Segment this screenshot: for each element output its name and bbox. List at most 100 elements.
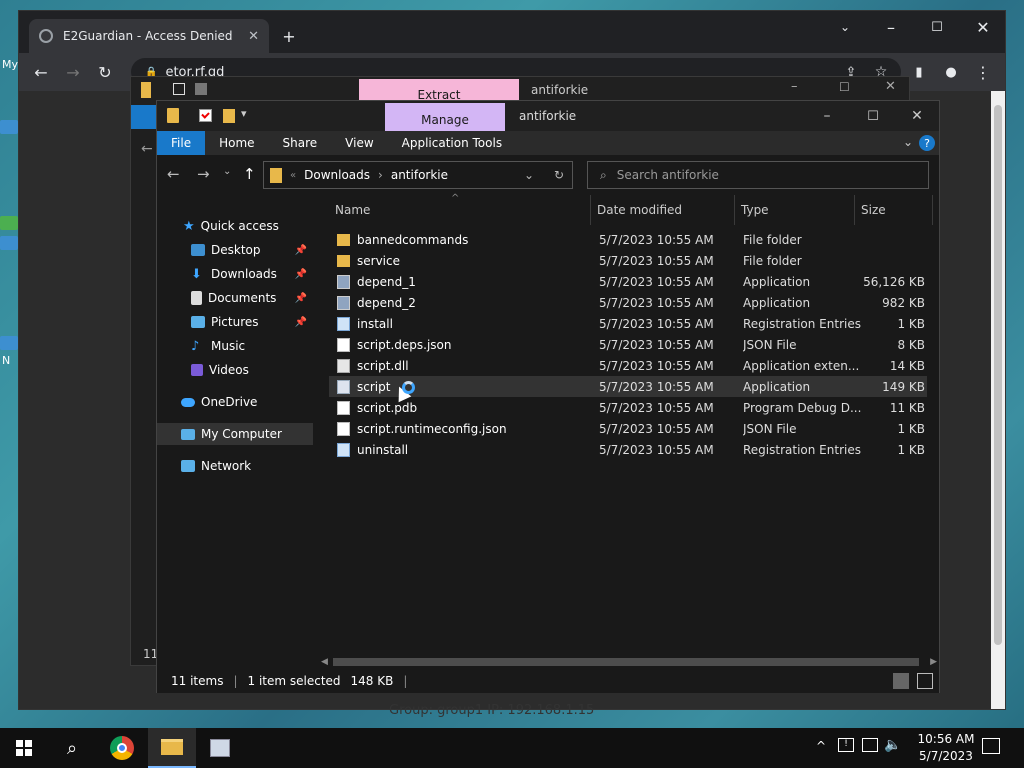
- nav-my-computer[interactable]: My Computer: [157, 423, 313, 445]
- horizontal-scrollbar[interactable]: ◀ ▶: [319, 655, 939, 669]
- file-name-cell: depend_1: [337, 271, 587, 292]
- file-explorer-taskbar-icon[interactable]: [148, 728, 196, 768]
- chrome-taskbar-icon[interactable]: [98, 728, 146, 768]
- search-input[interactable]: ⌕ Search antiforkie: [587, 161, 929, 189]
- nav-quick-access[interactable]: ★ Quick access: [157, 215, 313, 237]
- notifications-icon[interactable]: [982, 738, 1000, 754]
- back-arrow-icon[interactable]: ←: [167, 165, 180, 183]
- address-dropdown-icon[interactable]: ⌄: [524, 168, 534, 182]
- minimize-button[interactable]: –: [807, 105, 847, 127]
- explorer-title-bar: ▾ Manage antiforkie – ☐ ✕: [157, 101, 939, 131]
- nav-network[interactable]: Network: [157, 455, 313, 477]
- file-row[interactable]: uninstall 5/7/2023 10:55 AM Registration E…: [329, 439, 927, 460]
- file-type-cell: Registration Entries: [743, 316, 861, 331]
- close-button[interactable]: ✕: [969, 13, 997, 41]
- file-name-cell: script.pdb: [337, 397, 587, 418]
- tab-search-icon[interactable]: ⌄: [831, 13, 859, 41]
- videos-icon: [191, 364, 203, 376]
- maximize-button[interactable]: ☐: [839, 80, 850, 94]
- back-arrow-icon[interactable]: ←: [27, 58, 55, 86]
- folder-icon: [337, 234, 350, 246]
- file-row[interactable]: depend_1 5/7/2023 10:55 AM Application 56,1…: [329, 271, 927, 292]
- taskbar-clock[interactable]: 10:56 AM 5/7/2023: [914, 731, 978, 765]
- file-row[interactable]: script.dll 5/7/2023 10:55 AM Application e…: [329, 355, 927, 376]
- forward-arrow-icon[interactable]: →: [197, 165, 210, 183]
- nav-videos[interactable]: Videos: [157, 359, 313, 381]
- recent-locations-icon[interactable]: ⌄: [223, 166, 231, 177]
- properties-icon[interactable]: [199, 109, 212, 122]
- file-name: script.runtimeconfig.json: [357, 421, 507, 436]
- file-row[interactable]: script.runtimeconfig.json 5/7/2023 10:55 …: [329, 418, 927, 439]
- new-tab-button[interactable]: +: [275, 22, 303, 50]
- cloud-icon: [181, 397, 195, 407]
- file-name-cell: script: [337, 376, 587, 397]
- volume-icon[interactable]: 🔈: [884, 737, 901, 753]
- up-arrow-icon[interactable]: ↑: [243, 165, 256, 183]
- breadcrumb-downloads[interactable]: Downloads: [304, 168, 370, 182]
- breadcrumb-antiforkie[interactable]: antiforkie: [391, 168, 448, 182]
- tab-application-tools[interactable]: Application Tools: [388, 131, 516, 155]
- close-button[interactable]: ✕: [885, 79, 896, 94]
- file-row[interactable]: script.pdb 5/7/2023 10:55 AM Program Debug…: [329, 397, 927, 418]
- desktop-icon[interactable]: [0, 336, 18, 350]
- close-tab-icon[interactable]: ✕: [248, 29, 259, 44]
- forward-arrow-icon[interactable]: →: [59, 58, 87, 86]
- address-box[interactable]: « Downloads › antiforkie ⌄ ↻: [263, 161, 573, 189]
- menu-dots-icon[interactable]: ⋮: [969, 58, 997, 86]
- tab-share[interactable]: Share: [269, 131, 332, 155]
- desktop-icon[interactable]: [0, 236, 18, 250]
- file-row[interactable]: service 5/7/2023 10:55 AM File folder: [329, 250, 927, 271]
- column-header-name[interactable]: Name: [329, 195, 591, 225]
- profile-icon[interactable]: ●: [937, 58, 965, 86]
- show-hidden-icons-icon[interactable]: ^: [816, 739, 826, 753]
- maximize-button[interactable]: ☐: [853, 105, 893, 127]
- selection-size: 148 KB: [350, 674, 394, 688]
- start-button[interactable]: [0, 728, 48, 768]
- file-name-cell: service: [337, 250, 587, 271]
- tab-home[interactable]: Home: [205, 131, 268, 155]
- column-header-date[interactable]: Date modified: [591, 195, 735, 225]
- file-date-cell: 5/7/2023 10:55 AM: [599, 442, 714, 457]
- security-icon[interactable]: !: [838, 738, 854, 752]
- tab-view[interactable]: View: [331, 131, 387, 155]
- nav-downloads[interactable]: ⬇ Downloads 📌: [157, 263, 313, 285]
- file-row[interactable]: script.deps.json 5/7/2023 10:55 AM JSON Fi…: [329, 334, 927, 355]
- customize-toolbar-icon[interactable]: ▾: [241, 107, 247, 120]
- minimize-button[interactable]: –: [877, 13, 905, 41]
- column-header-type[interactable]: Type: [735, 195, 855, 225]
- desktop-icon[interactable]: [0, 120, 18, 134]
- exe-icon: [337, 379, 350, 394]
- app-taskbar-icon[interactable]: [196, 728, 244, 768]
- nav-onedrive[interactable]: OneDrive: [157, 391, 313, 413]
- file-row[interactable]: bannedcommands 5/7/2023 10:55 AM File fold…: [329, 229, 927, 250]
- browser-tab[interactable]: E2Guardian - Access Denied ✕: [29, 19, 269, 53]
- file-row[interactable]: install 5/7/2023 10:55 AM Registration Ent…: [329, 313, 927, 334]
- refresh-icon[interactable]: ↻: [554, 168, 564, 182]
- column-header-size[interactable]: Size: [855, 195, 933, 225]
- save-icon: [195, 83, 207, 95]
- network-status-icon[interactable]: [862, 738, 878, 752]
- expand-ribbon-icon[interactable]: ⌄: [903, 135, 913, 149]
- new-folder-icon[interactable]: [223, 109, 235, 123]
- file-type-cell: Application exten...: [743, 358, 860, 373]
- close-button[interactable]: ✕: [897, 105, 937, 127]
- file-row[interactable]: script 5/7/2023 10:55 AM Application 149 KB: [329, 376, 927, 397]
- file-row[interactable]: depend_2 5/7/2023 10:55 AM Application 982 …: [329, 292, 927, 313]
- maximize-button[interactable]: ☐: [923, 13, 951, 41]
- nav-documents[interactable]: Documents 📌: [157, 287, 313, 309]
- desktop-icon[interactable]: [0, 216, 18, 230]
- file-size-cell: 982 KB: [882, 295, 925, 310]
- back-arrow-icon[interactable]: ←: [141, 141, 153, 157]
- nav-pictures[interactable]: Pictures 📌: [157, 311, 313, 333]
- tab-file[interactable]: File: [157, 131, 206, 155]
- nav-music[interactable]: ♪ Music: [157, 335, 313, 357]
- minimize-button[interactable]: –: [791, 79, 798, 94]
- reload-icon[interactable]: ↻: [91, 58, 119, 86]
- manage-context-tab[interactable]: Manage: [385, 103, 505, 131]
- large-icons-view-icon[interactable]: [917, 673, 933, 689]
- details-view-icon[interactable]: [893, 673, 909, 689]
- nav-desktop[interactable]: Desktop 📌: [157, 239, 313, 261]
- search-icon[interactable]: ⌕: [48, 728, 96, 768]
- help-icon[interactable]: ?: [919, 135, 935, 151]
- browser-scrollbar[interactable]: [991, 91, 1005, 709]
